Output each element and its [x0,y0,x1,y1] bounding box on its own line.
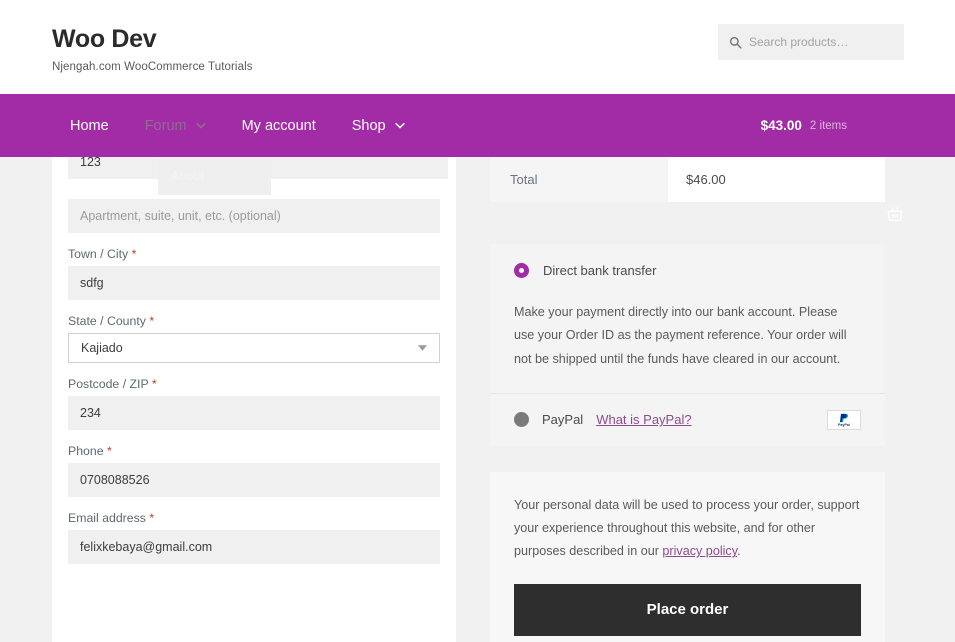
payment-method-label: Direct bank transfer [543,263,657,278]
town-city-input[interactable] [68,266,440,300]
address-line2-field [60,199,448,233]
order-review-panel: Total $46.00 Direct bank transfer Make y… [490,157,885,642]
privacy-text-after: . [737,544,741,559]
paypal-icon [839,413,848,423]
postcode-zip-field: Postcode / ZIP * [60,377,448,430]
email-address-label: Email address * [68,511,440,525]
radio-selected-icon[interactable] [514,263,529,278]
site-title: Woo Dev [52,25,157,53]
dropdown-item-about[interactable]: About [171,169,204,183]
what-is-paypal-link[interactable]: What is PayPal? [596,412,691,427]
phone-label: Phone * [68,444,440,458]
state-county-field: State / County * Kajiado [60,314,448,363]
search-icon [729,36,742,49]
nav-item-forum[interactable]: Forum [127,94,224,157]
nav-item-label: My account [241,117,316,134]
site-tagline: Njengah.com WooCommerce Tutorials [52,60,253,73]
state-county-selected-value: Kajiado [81,341,123,355]
field-label-text: Town / City [68,247,129,261]
state-county-select[interactable]: Kajiado [68,333,440,363]
checkout-content: Town / City * State / County * Kajiado [0,157,955,642]
field-label-text: Email address [68,511,146,525]
nav-item-shop[interactable]: Shop [334,94,423,157]
field-label-text: State / County [68,314,146,328]
cart-total-amount: $43.00 [760,118,802,133]
site-header: Woo Dev Njengah.com WooCommerce Tutorial… [0,0,955,94]
payment-method-paypal[interactable]: PayPal What is PayPal? PayPal [490,394,885,446]
order-total-value: $46.00 [668,157,885,202]
phone-field: Phone * [60,444,448,497]
payment-method-bank-transfer[interactable]: Direct bank transfer [490,244,885,297]
address-line2-input[interactable] [68,199,440,233]
payment-methods-box: Direct bank transfer Make your payment d… [490,244,885,446]
nav-item-label: Shop [351,117,386,134]
paypal-badge-text: PayPal [838,422,850,427]
chevron-down-icon [394,122,405,129]
radio-unselected-icon[interactable] [514,412,529,428]
forum-dropdown-menu: About [158,157,271,195]
bank-transfer-description: Make your payment directly into our bank… [490,297,885,394]
privacy-policy-link[interactable]: privacy policy [662,544,737,558]
email-address-input[interactable] [68,530,440,564]
paypal-logo-badge: PayPal [827,409,861,430]
cart-summary[interactable]: $43.00 2 items [761,94,847,157]
privacy-and-submit-box: Your personal data will be used to proce… [490,471,885,642]
town-city-field: Town / City * [60,247,448,300]
search-input[interactable] [749,35,893,49]
nav-item-home[interactable]: Home [52,94,127,157]
chevron-down-icon [195,122,206,129]
privacy-policy-text: Your personal data will be used to proce… [514,494,861,564]
postcode-zip-label: Postcode / ZIP * [68,377,440,391]
required-marker: * [149,314,155,328]
postcode-zip-input[interactable] [68,396,440,430]
billing-details-form: Town / City * State / County * Kajiado [52,157,456,642]
nav-item-label: Home [70,117,109,134]
required-marker: * [131,247,137,261]
required-marker: * [149,511,155,525]
cart-item-count: 2 items [809,119,847,132]
order-total-label: Total [490,157,668,202]
payment-method-label: PayPal [542,412,584,428]
state-county-label: State / County * [68,314,440,328]
chevron-down-icon [418,345,427,351]
product-search-box[interactable] [718,24,904,60]
place-order-button[interactable]: Place order [514,583,861,636]
checkout-page: Woo Dev Njengah.com WooCommerce Tutorial… [0,0,955,642]
nav-item-list: Home Forum My account Shop [52,94,423,157]
phone-input[interactable] [68,463,440,497]
nav-item-my-account[interactable]: My account [224,94,334,157]
email-address-field: Email address * [60,511,448,564]
order-totals-table: Total $46.00 [490,157,885,202]
field-label-text: Phone [68,444,104,458]
nav-item-label: Forum [144,117,187,134]
required-marker: * [106,444,112,458]
town-city-label: Town / City * [68,247,440,261]
required-marker: * [151,377,157,391]
main-navigation: Home Forum My account Shop $43.00 2 item… [0,94,955,221]
field-label-text: Postcode / ZIP [68,377,149,391]
site-branding[interactable]: Woo Dev Njengah.com WooCommerce Tutorial… [52,25,253,73]
